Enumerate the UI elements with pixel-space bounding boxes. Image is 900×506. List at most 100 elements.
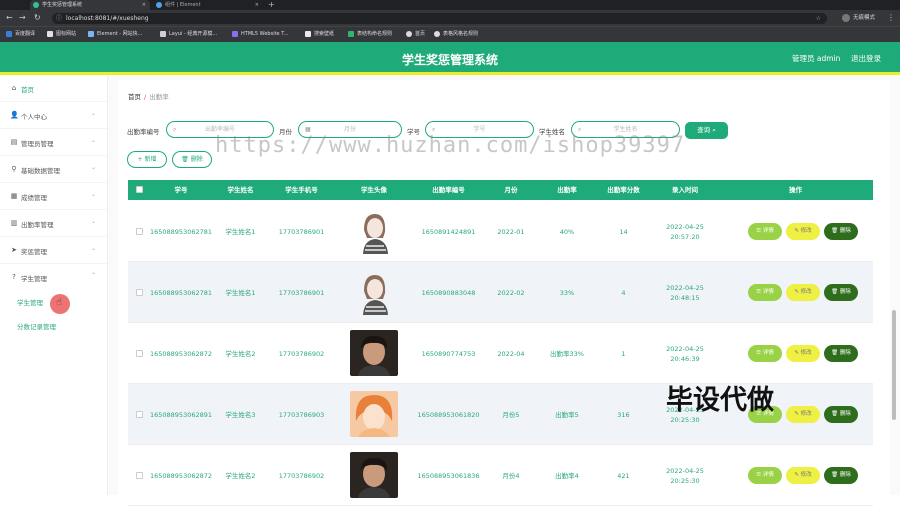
bookmark-icon <box>348 30 354 37</box>
menu-icon[interactable]: ⋮ <box>887 13 895 23</box>
logout-link[interactable]: 退出登录 <box>851 53 881 64</box>
detail-button[interactable]: ☰ 详情 <box>748 467 782 484</box>
detail-button[interactable]: ☰ 详情 <box>748 284 782 301</box>
edit-button[interactable]: ✎ 修改 <box>786 467 820 484</box>
tab-active[interactable]: 学生奖惩管理系统 × <box>30 0 150 10</box>
sidebar-item-label: 管理员管理 <box>21 140 54 148</box>
send-icon: ➤ <box>11 246 17 254</box>
address-bar-row: ← → ↻ ⓘ localhost:8081/#/xuesheng ☆ 无痕模式… <box>0 10 900 26</box>
element-icon <box>156 2 162 8</box>
bookmark-item[interactable]: Element - 网站快... <box>88 30 142 39</box>
detail-button[interactable]: ☰ 详情 <box>748 345 782 362</box>
column-header[interactable]: 出勤率编号 <box>414 180 483 200</box>
close-icon[interactable]: × <box>255 0 259 10</box>
cell-student-id: 165088953062872 <box>149 349 213 358</box>
column-header[interactable]: 学生手机号 <box>269 180 334 200</box>
cell-time: 2022-04-25 20:57:20 <box>666 222 704 241</box>
edit-button[interactable]: ✎ 修改 <box>786 223 820 240</box>
month-placeholder: 月份 <box>343 126 356 133</box>
delete-button[interactable]: 🗑 删除 <box>824 284 858 301</box>
browser-chrome: 学生奖惩管理系统 × 组件 | Element × + ← → ↻ ⓘ loca… <box>0 0 900 42</box>
row-checkbox[interactable] <box>136 228 143 235</box>
column-header[interactable]: 操作 <box>718 180 873 200</box>
sidebar-item-rewards[interactable]: ➤ 奖惩管理 ⌄ <box>0 237 108 264</box>
sidebar-item-label: 基础数据管理 <box>21 167 60 175</box>
edit-button[interactable]: ✎ 修改 <box>786 406 820 423</box>
close-icon[interactable]: × <box>142 0 146 10</box>
row-checkbox[interactable] <box>136 289 143 296</box>
batch-delete-button[interactable]: 🗑 删除 <box>172 151 212 168</box>
row-checkbox[interactable] <box>136 350 143 357</box>
bookmark-item[interactable]: HTML5 Website T... <box>232 30 288 39</box>
sidebar-item-basic-data[interactable]: ⚲ 基础数据管理 ⌄ <box>0 156 108 183</box>
bookmark-item[interactable]: 图标网站 <box>47 30 76 39</box>
bookmark-label: 表格风格名规则 <box>443 31 479 37</box>
scrollbar[interactable] <box>891 80 897 490</box>
delete-button[interactable]: 🗑 删除 <box>824 467 858 484</box>
sidebar-item-attendance[interactable]: ▥ 出勤率管理 ⌄ <box>0 210 108 237</box>
column-header[interactable]: 学生姓名 <box>212 180 269 200</box>
detail-label: 详情 <box>762 289 774 295</box>
breadcrumb-current: 出勤率 <box>149 93 169 101</box>
star-icon[interactable]: ☆ <box>816 13 821 24</box>
column-header[interactable]: 出勤率 <box>539 180 595 200</box>
bookmark-item[interactable]: 百度翻译 <box>6 30 35 39</box>
bookmark-label: HTML5 Website T... <box>241 31 289 37</box>
delete-button[interactable]: 🗑 删除 <box>824 345 858 362</box>
sidebar-item-students[interactable]: ? 学生管理 ⌃ <box>0 264 108 291</box>
reload-icon[interactable]: ↻ <box>34 13 41 23</box>
sidebar-item-admin[interactable]: ▤ 管理员管理 ⌄ <box>0 129 108 156</box>
sidebar-item-grades[interactable]: ▦ 成绩管理 ⌄ <box>0 183 108 210</box>
bookmark-icon <box>88 30 94 37</box>
incognito-profile[interactable]: 无痕模式 <box>842 13 875 23</box>
query-button[interactable]: 查询 ⌕ <box>685 122 728 139</box>
chevron-down-icon: ⌄ <box>91 218 97 225</box>
bookmark-icon <box>406 30 412 37</box>
batch-delete-label: 删除 <box>190 156 203 163</box>
url-input[interactable]: ⓘ localhost:8081/#/xuesheng ☆ <box>52 13 827 24</box>
sidebar-subitem-students[interactable]: 学生管理 <box>17 297 43 307</box>
column-header[interactable]: 学号 <box>150 180 212 200</box>
delete-button[interactable]: 🗑 删除 <box>824 223 858 240</box>
sidebar-subitem-score-records[interactable]: 分数记录管理 <box>17 321 56 331</box>
sidebar-item-profile[interactable]: 👤 个人中心 ⌄ <box>0 102 108 129</box>
breadcrumb-home[interactable]: 首页 <box>128 93 141 101</box>
edit-button[interactable]: ✎ 修改 <box>786 345 820 362</box>
forward-icon[interactable]: → <box>19 13 26 23</box>
breadcrumb-separator: / <box>144 93 147 101</box>
student-avatar <box>350 208 398 254</box>
bookmark-item[interactable]: 首页 <box>406 30 425 39</box>
column-header[interactable]: 学生头像 <box>334 180 414 200</box>
sketch-girl-avatar <box>350 269 398 315</box>
tab-title: 学生奖惩管理系统 <box>42 2 83 8</box>
delete-button[interactable]: 🗑 删除 <box>824 406 858 423</box>
new-tab-icon[interactable]: + <box>268 0 275 10</box>
column-header[interactable]: 出勤率分数 <box>595 180 652 200</box>
row-checkbox[interactable] <box>136 472 143 479</box>
row-checkbox[interactable] <box>136 411 143 418</box>
bookmark-item[interactable]: Layui - 经典开源模... <box>160 30 217 39</box>
bookmark-item[interactable]: 表格风格名规则 <box>434 30 478 39</box>
back-icon[interactable]: ← <box>6 13 13 23</box>
tab-element[interactable]: 组件 | Element × <box>153 0 263 10</box>
bookmark-item[interactable]: 表结构命名规则 <box>348 30 392 39</box>
edit-label: 修改 <box>800 289 812 295</box>
breadcrumb: 首页 / 出勤率 <box>128 91 169 101</box>
column-header[interactable]: 录入时间 <box>652 180 718 200</box>
column-header[interactable]: 月份 <box>483 180 539 200</box>
edit-label: 修改 <box>800 228 812 234</box>
cell-rate: 出勤率5 <box>555 410 579 419</box>
bookmark-label: 首页 <box>415 31 426 37</box>
student-avatar <box>350 391 398 437</box>
edit-button[interactable]: ✎ 修改 <box>786 284 820 301</box>
bookmark-label: 搜索壁纸 <box>314 31 335 37</box>
query-button-label: 查询 <box>697 126 711 134</box>
bookmark-item[interactable]: 搜索壁纸 <box>305 30 334 39</box>
sidebar-item-home[interactable]: ⌂ 首页 <box>0 75 108 102</box>
cell-month: 月份4 <box>502 471 520 480</box>
url-text: localhost:8081/#/xuesheng <box>66 15 149 22</box>
scrollbar-thumb[interactable] <box>892 310 896 420</box>
add-button[interactable]: + 新增 <box>127 151 167 168</box>
select-all-checkbox[interactable] <box>136 186 143 193</box>
detail-button[interactable]: ☰ 详情 <box>748 223 782 240</box>
